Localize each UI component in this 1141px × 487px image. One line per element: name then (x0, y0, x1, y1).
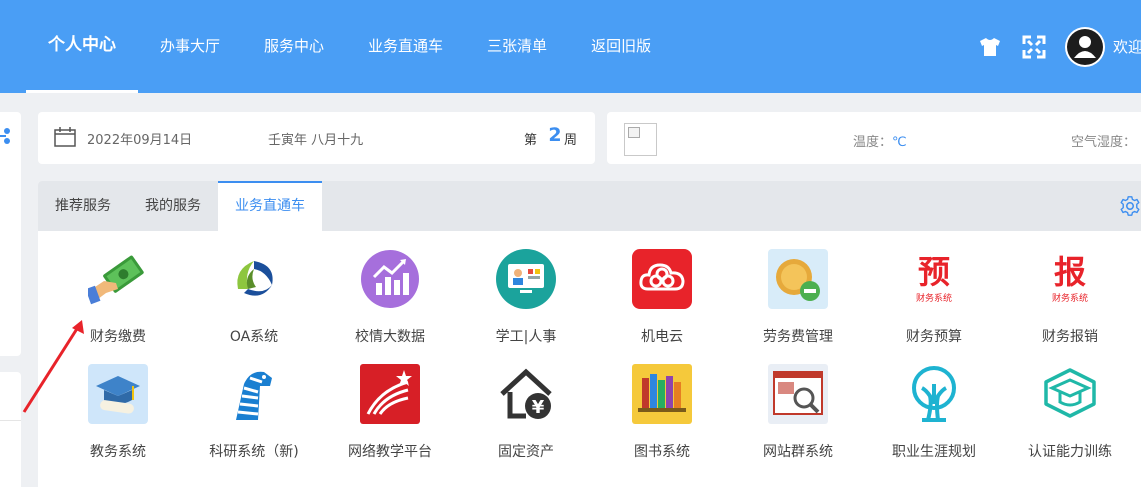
service-tile-mech-cloud[interactable]: 机电云 (594, 249, 730, 349)
budget-glyph: 预 (918, 253, 950, 291)
main-nav: 个人中心 办事大厅 服务中心 业务直通车 三张清单 返回旧版 (26, 0, 673, 93)
service-label: 财务预算 (906, 329, 962, 345)
service-tile-labor-fee[interactable]: 劳务费管理 (730, 249, 866, 349)
nav-item-personal-center[interactable]: 个人中心 (26, 0, 138, 93)
weather-card: 温度：℃ 空气湿度： (607, 112, 1141, 164)
service-tile-campus-bigdata[interactable]: 校情大数据 (322, 249, 458, 349)
tree-icon (912, 366, 956, 422)
top-nav-bar: 个人中心 办事大厅 服务中心 业务直通车 三张清单 返回旧版 欢迎 (0, 0, 1141, 93)
nav-item-back-old-version[interactable]: 返回旧版 (569, 0, 673, 93)
reimburse-sub: 财务系统 (1052, 292, 1088, 304)
temperature-label-text: 温度： (853, 135, 893, 150)
oa-logo-icon (230, 255, 278, 303)
service-label: 机电云 (641, 329, 683, 345)
service-tabs: 推荐服务 我的服务 业务直通车 (38, 181, 1141, 231)
service-label: 学工|人事 (495, 329, 557, 345)
nav-item-service-hall[interactable]: 办事大厅 (138, 0, 242, 93)
money-hand-icon (88, 255, 144, 305)
current-date: 2022年09月14日 (87, 133, 193, 148)
service-label: OA系统 (229, 329, 279, 345)
gear-icon[interactable] (1119, 195, 1141, 217)
service-tile-academic[interactable]: 教务系统 (50, 364, 186, 464)
house-yuan-icon: ¥ (500, 368, 552, 419)
service-tile-finance-payment[interactable]: 财务缴费 (50, 249, 186, 349)
cloud-icon (632, 249, 692, 309)
service-tile-reimburse[interactable]: 报 财务系统 财务报销 (1002, 249, 1138, 349)
coin-icon (768, 249, 828, 309)
lunar-date: 壬寅年 八月十九 (268, 133, 364, 148)
avatar[interactable] (1065, 26, 1105, 67)
service-tile-budget[interactable]: 预 财务系统 财务预算 (866, 249, 1002, 349)
side-share-icon[interactable] (0, 127, 10, 145)
service-tile-fixed-assets[interactable]: ¥ 固定资产 (458, 364, 594, 464)
service-label: 财务缴费 (90, 329, 146, 345)
reimburse-glyph: 报 (1054, 253, 1086, 291)
service-tile-oa[interactable]: OA系统 (186, 249, 322, 349)
budget-icon: 预 财务系统 (916, 253, 952, 304)
budget-sub: 财务系统 (916, 292, 952, 304)
service-label: 职业生涯规划 (892, 444, 976, 460)
service-label: 科研系统（新) (209, 444, 299, 460)
service-label: 网络教学平台 (348, 444, 432, 460)
service-tile-certification-training[interactable]: 认证能力训练 (1002, 364, 1138, 464)
welcome-text: 欢迎 (1113, 38, 1141, 56)
week-suffix: 周 (564, 133, 578, 148)
service-label: 劳务费管理 (763, 329, 833, 345)
temperature-label: 温度：℃ (853, 131, 907, 150)
tab-my-services[interactable]: 我的服务 (128, 181, 218, 231)
service-tile-library[interactable]: 图书系统 (594, 364, 730, 464)
cap-icon (1044, 368, 1096, 418)
reimburse-icon: 报 财务系统 (1052, 253, 1088, 304)
books-icon (632, 364, 692, 424)
zebra-icon (236, 371, 272, 420)
week-prefix: 第 (524, 133, 538, 148)
monitor-people-icon (496, 249, 556, 309)
tab-recommended-services[interactable]: 推荐服务 (38, 181, 128, 231)
date-card: 2022年09月14日 壬寅年 八月十九 第 2 周 (38, 112, 595, 164)
weather-image-placeholder (624, 123, 657, 156)
service-tile-online-teaching[interactable]: 网络教学平台 (322, 364, 458, 464)
divider (0, 420, 21, 421)
service-label: 财务报销 (1042, 329, 1098, 345)
service-label: 校情大数据 (355, 329, 425, 345)
svg-text:¥: ¥ (532, 397, 545, 418)
service-label: 网站群系统 (763, 444, 833, 460)
website-search-icon (768, 364, 828, 424)
service-tile-website-group[interactable]: 网站群系统 (730, 364, 866, 464)
service-label: 教务系统 (90, 444, 146, 460)
service-tile-career-planning[interactable]: 职业生涯规划 (866, 364, 1002, 464)
temperature-unit: ℃ (892, 135, 907, 150)
tab-business-express[interactable]: 业务直通车 (218, 181, 322, 231)
service-tile-student-hr[interactable]: 学工|人事 (458, 249, 594, 349)
graduation-icon (88, 364, 148, 424)
teaching-platform-icon (360, 364, 420, 424)
service-label: 固定资产 (498, 444, 554, 460)
calendar-icon (54, 127, 76, 147)
service-label: 认证能力训练 (1028, 444, 1112, 460)
nav-item-business-express[interactable]: 业务直通车 (346, 0, 465, 93)
nav-item-service-center[interactable]: 服务中心 (242, 0, 346, 93)
service-label: 图书系统 (634, 444, 690, 460)
week-number: 2 (548, 124, 562, 146)
fullscreen-icon[interactable] (1021, 34, 1047, 60)
nav-item-three-lists[interactable]: 三张清单 (465, 0, 569, 93)
left-side-card-2 (0, 372, 21, 487)
chart-icon (361, 250, 419, 308)
user-area: 欢迎 (977, 0, 1141, 93)
left-side-card (0, 112, 21, 356)
services-panel: 推荐服务 我的服务 业务直通车 财务缴费 OA系统 校情大数据 学工|人事 机电… (38, 181, 1141, 487)
service-tile-research[interactable]: 科研系统（新) (186, 364, 322, 464)
tshirt-icon[interactable] (977, 34, 1003, 60)
humidity-label: 空气湿度： (1071, 135, 1137, 150)
